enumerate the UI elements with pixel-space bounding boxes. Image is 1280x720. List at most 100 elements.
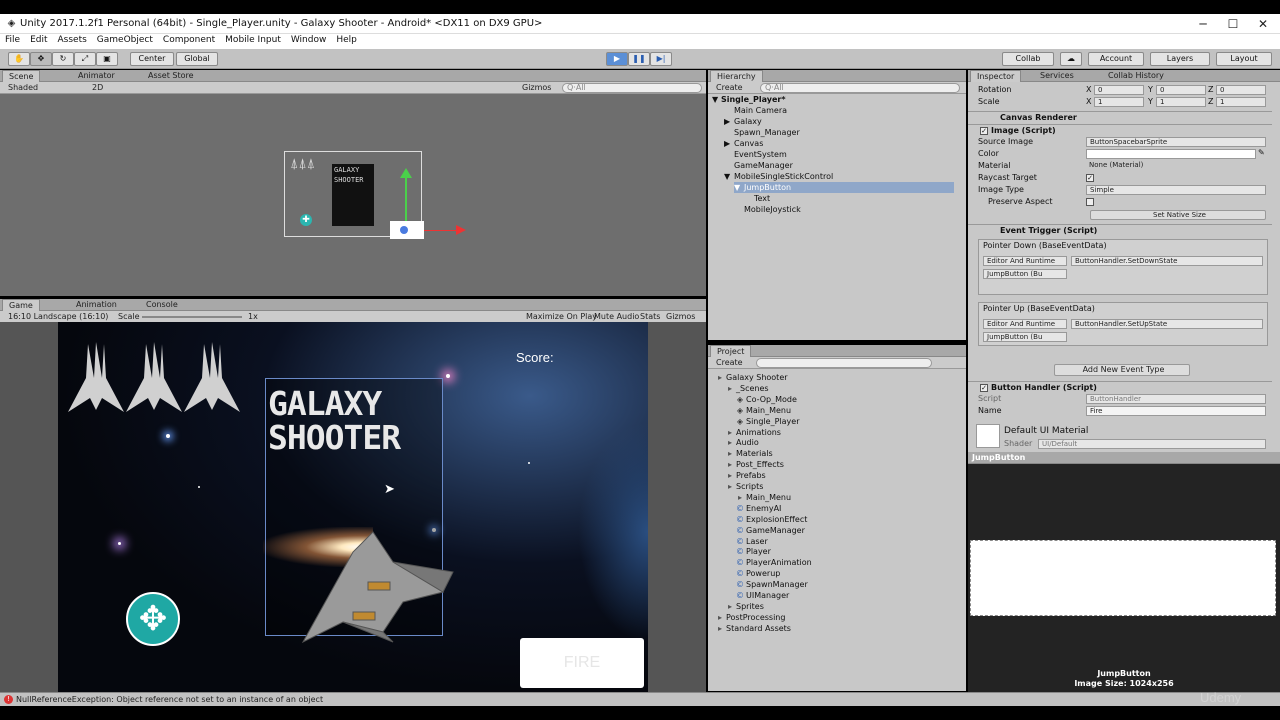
scale-y-field[interactable]: 1: [1156, 97, 1206, 107]
project-create-dropdown[interactable]: Create: [716, 357, 743, 369]
game-viewport[interactable]: Score: GALAXY SHOOTER ✥ FIRE ➤: [58, 322, 648, 692]
rotate-tool-icon[interactable]: ↻: [52, 52, 74, 66]
project-item[interactable]: © GameManager: [734, 525, 805, 536]
menu-file[interactable]: File: [0, 34, 25, 46]
project-item[interactable]: © UIManager: [734, 590, 789, 601]
rect-tool-icon[interactable]: ▣: [96, 52, 118, 66]
play-icon[interactable]: ▶: [606, 52, 628, 66]
gizmos-dropdown[interactable]: Gizmos: [522, 82, 551, 94]
hierarchy-scene-root[interactable]: ▼ Single_Player*: [712, 94, 786, 105]
pointer-up-function-dropdown[interactable]: ButtonHandler.SetUpState: [1071, 319, 1263, 329]
status-bar[interactable]: ! NullReferenceException: Object referen…: [0, 692, 1280, 706]
tab-game[interactable]: Game: [2, 299, 40, 311]
tab-console[interactable]: Console: [140, 299, 184, 311]
project-item[interactable]: ▸ _Scenes: [724, 383, 769, 394]
hierarchy-create-dropdown[interactable]: Create: [716, 82, 743, 94]
account-dropdown[interactable]: Account: [1088, 52, 1144, 66]
hierarchy-item[interactable]: ▶ Galaxy: [724, 116, 762, 127]
tab-services[interactable]: Services: [1034, 70, 1080, 82]
tab-scene[interactable]: Scene: [2, 70, 41, 82]
project-item[interactable]: © EnemyAI: [734, 503, 781, 514]
scale-tool-icon[interactable]: ⤢: [74, 52, 96, 66]
cloud-icon[interactable]: ☁: [1060, 52, 1082, 66]
minimize-icon[interactable]: ─: [1188, 16, 1218, 32]
menu-help[interactable]: Help: [331, 34, 362, 46]
hierarchy-expand-icon[interactable]: ▼: [734, 182, 744, 193]
hierarchy-expand-icon[interactable]: ▶: [724, 138, 734, 149]
project-item[interactable]: ▸ PostProcessing: [714, 612, 785, 623]
project-item[interactable]: © PlayerAnimation: [734, 557, 812, 568]
hand-tool-icon[interactable]: ✋: [8, 52, 30, 66]
hierarchy-item[interactable]: Spawn_Manager: [724, 127, 800, 138]
hierarchy-item[interactable]: EventSystem: [724, 149, 787, 160]
hierarchy-expand-icon[interactable]: ▶: [724, 116, 734, 127]
joystick-icon[interactable]: ✥: [126, 592, 180, 646]
project-item[interactable]: ▸ Post_Effects: [724, 459, 784, 470]
menu-mobile-input[interactable]: Mobile Input: [220, 34, 286, 46]
pointer-down-object-field[interactable]: JumpButton (Bu: [983, 269, 1067, 279]
tab-animator[interactable]: Animator: [72, 70, 121, 82]
pivot-global-button[interactable]: Global: [176, 52, 218, 66]
pause-icon[interactable]: ❚❚: [628, 52, 650, 66]
image-enabled-checkbox[interactable]: ✓: [980, 126, 988, 135]
project-item[interactable]: © ExplosionEffect: [734, 514, 807, 525]
fire-button[interactable]: FIRE: [520, 638, 644, 688]
hierarchy-expand-icon[interactable]: ▼: [724, 171, 734, 182]
color-swatch[interactable]: [1086, 149, 1256, 159]
source-image-field[interactable]: ButtonSpacebarSprite: [1086, 137, 1266, 147]
eyedropper-icon[interactable]: ✎: [1258, 148, 1265, 158]
project-item[interactable]: © SpawnManager: [734, 579, 808, 590]
image-type-dropdown[interactable]: Simple: [1086, 185, 1266, 195]
hierarchy-item[interactable]: ▼ JumpButton: [734, 182, 954, 193]
project-item[interactable]: ▸ Materials: [724, 448, 773, 459]
hierarchy-item[interactable]: MobileJoystick: [734, 204, 801, 215]
scene-search-input[interactable]: Q·All: [562, 83, 702, 93]
tab-collab-history[interactable]: Collab History: [1102, 70, 1170, 82]
gizmo-x-arrow-icon[interactable]: [456, 225, 466, 235]
project-item[interactable]: ▸ Sprites: [724, 601, 764, 612]
pointer-up-object-field[interactable]: JumpButton (Bu: [983, 332, 1067, 342]
scale-x-field[interactable]: 1: [1094, 97, 1144, 107]
preview-titlebar[interactable]: JumpButton: [968, 452, 1280, 464]
scene-viewport[interactable]: ⍋⍋⍋ GALAXY SHOOTER ✚: [0, 94, 706, 296]
project-item[interactable]: ◈ Co-Op_Mode: [734, 394, 797, 405]
close-icon[interactable]: ✕: [1248, 16, 1278, 32]
collab-button[interactable]: Collab: [1002, 52, 1054, 66]
rotation-x-field[interactable]: 0: [1094, 85, 1144, 95]
name-input[interactable]: Fire: [1086, 406, 1266, 416]
image-script-header[interactable]: ✓ Image (Script): [968, 124, 1272, 136]
hierarchy-item[interactable]: Main Camera: [724, 105, 787, 116]
project-item[interactable]: ▸ Audio: [724, 437, 759, 448]
gizmo-y-axis[interactable]: [405, 174, 407, 226]
pointer-up-mode-dropdown[interactable]: Editor And Runtime: [983, 319, 1067, 329]
event-trigger-header[interactable]: Event Trigger (Script): [968, 224, 1272, 236]
canvas-renderer-header[interactable]: Canvas Renderer: [968, 111, 1272, 123]
button-handler-checkbox[interactable]: ✓: [980, 383, 988, 392]
raycast-checkbox[interactable]: ✓: [1086, 173, 1097, 183]
gizmo-y-arrow-icon[interactable]: [400, 168, 412, 178]
preserve-aspect-checkbox[interactable]: [1086, 197, 1097, 207]
pointer-down-mode-dropdown[interactable]: Editor And Runtime: [983, 256, 1067, 266]
layout-dropdown[interactable]: Layout: [1216, 52, 1272, 66]
project-item[interactable]: ▸ Main_Menu: [734, 492, 791, 503]
scale-slider[interactable]: [142, 316, 242, 318]
hierarchy-search-input[interactable]: Q·All: [760, 83, 960, 93]
tab-project[interactable]: Project: [710, 345, 752, 357]
project-item[interactable]: ◈ Single_Player: [734, 416, 800, 427]
tab-hierarchy[interactable]: Hierarchy: [710, 70, 763, 82]
project-item[interactable]: ▸ Scripts: [724, 481, 763, 492]
project-item[interactable]: ▸ Standard Assets: [714, 623, 791, 634]
menu-gameobject[interactable]: GameObject: [92, 34, 158, 46]
menu-assets[interactable]: Assets: [53, 34, 92, 46]
shader-dropdown[interactable]: UI/Default: [1038, 439, 1266, 449]
mode-2d-toggle[interactable]: 2D: [92, 82, 103, 94]
hierarchy-item[interactable]: ▶ Canvas: [724, 138, 763, 149]
project-item[interactable]: © Powerup: [734, 568, 780, 579]
layers-dropdown[interactable]: Layers: [1150, 52, 1210, 66]
hierarchy-item[interactable]: Text: [744, 193, 770, 204]
project-item[interactable]: © Laser: [734, 536, 768, 547]
maximize-icon[interactable]: ☐: [1218, 16, 1248, 32]
project-item[interactable]: ▸ Galaxy Shooter: [714, 372, 788, 383]
rotation-z-field[interactable]: 0: [1216, 85, 1266, 95]
hierarchy-item[interactable]: ▼ MobileSingleStickControl: [724, 171, 833, 182]
